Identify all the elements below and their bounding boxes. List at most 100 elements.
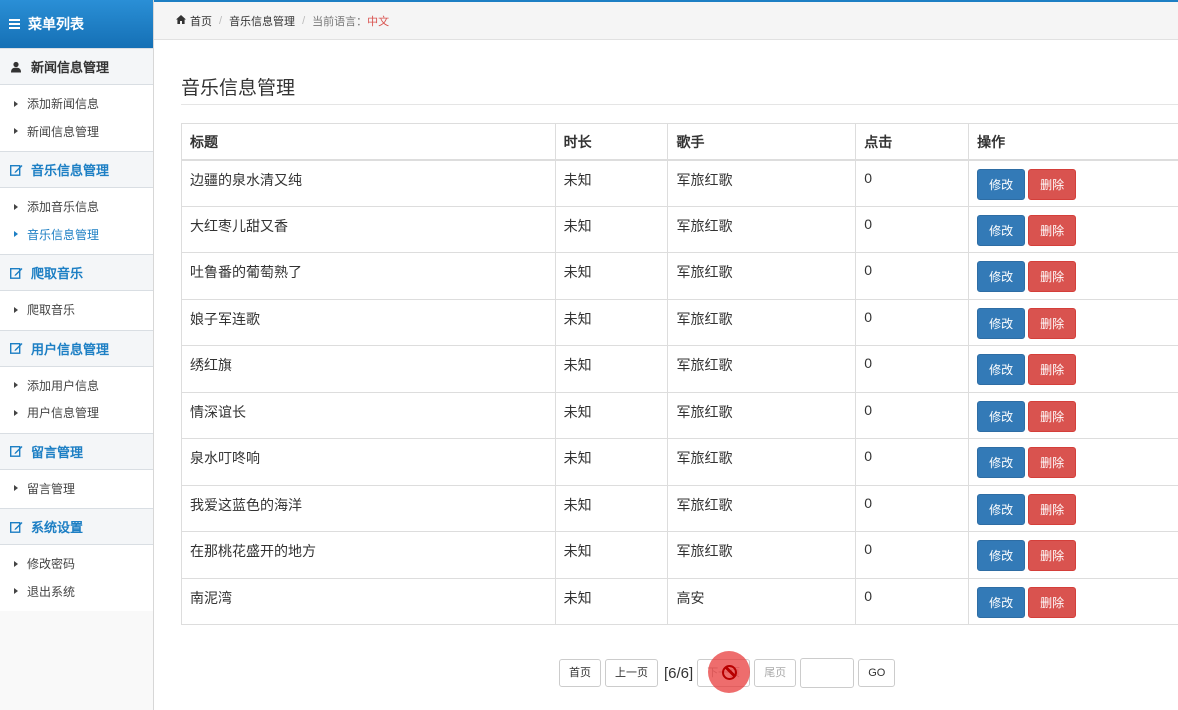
delete-button[interactable]: 删除 xyxy=(1028,307,1077,339)
sidebar-group-crawl[interactable]: 爬取音乐 xyxy=(0,254,153,291)
edit-button[interactable]: 修改 xyxy=(977,493,1026,525)
sidebar-group-settings[interactable]: 系统设置 xyxy=(0,508,153,545)
sidebar-item-news-manage[interactable]: 新闻信息管理 xyxy=(0,118,153,146)
sidebar-item-label: 添加新闻信息 xyxy=(27,97,100,112)
edit-button[interactable]: 修改 xyxy=(977,307,1026,339)
delete-button[interactable]: 删除 xyxy=(1028,493,1077,525)
edit-button[interactable]: 修改 xyxy=(977,400,1026,432)
edit-button[interactable]: 修改 xyxy=(977,354,1026,385)
app-root: 菜单列表 新闻信息管理 添加新闻信息 新闻信息管理 音乐信息管理 添加音乐信息 … xyxy=(0,0,1178,710)
cell-title: 绣红旗 xyxy=(181,345,556,393)
last-page-button[interactable]: 尾页 xyxy=(754,659,797,687)
home-icon xyxy=(176,14,186,27)
cell-operations: 修改 删除 xyxy=(968,345,1178,393)
column-header-operations: 操作 xyxy=(968,123,1178,161)
edit-button[interactable]: 修改 xyxy=(977,214,1026,246)
cell-title: 在那桃花盛开的地方 xyxy=(181,531,556,579)
go-button[interactable]: GO xyxy=(858,659,896,687)
sidebar-item-logout[interactable]: 退出系统 xyxy=(0,578,153,606)
sidebar-item-label: 音乐信息管理 xyxy=(27,227,100,242)
cell-title: 泉水叮咚响 xyxy=(181,438,556,486)
cell-duration: 未知 xyxy=(554,205,669,253)
cell-operations: 修改 删除 xyxy=(968,531,1178,579)
delete-button[interactable]: 删除 xyxy=(1028,586,1077,618)
sidebar-item-label: 添加用户信息 xyxy=(27,378,100,393)
table-row: 在那桃花盛开的地方 未知 军旅红歌 0 修改 删除 xyxy=(181,531,1178,579)
cell-clicks: 0 xyxy=(855,298,970,346)
sidebar-sublist-music: 添加音乐信息 音乐信息管理 xyxy=(0,188,153,254)
sidebar-item-crawl-music[interactable]: 爬取音乐 xyxy=(0,296,153,324)
edit-icon xyxy=(9,342,23,354)
sidebar-item-user-manage[interactable]: 用户信息管理 xyxy=(0,399,153,427)
sidebar-item-message-manage[interactable]: 留言管理 xyxy=(0,475,153,503)
sidebar-sublist-crawl: 爬取音乐 xyxy=(0,291,153,330)
delete-button[interactable]: 删除 xyxy=(1028,354,1077,385)
cell-operations: 修改 删除 xyxy=(968,391,1178,439)
cell-duration: 未知 xyxy=(554,345,669,393)
sidebar-item-add-news[interactable]: 添加新闻信息 xyxy=(0,90,153,118)
edit-button[interactable]: 修改 xyxy=(977,261,1026,292)
delete-button[interactable]: 删除 xyxy=(1028,214,1077,246)
table-row: 大红枣儿甜又香 未知 军旅红歌 0 修改 删除 xyxy=(181,205,1178,253)
sidebar-sublist-messages: 留言管理 xyxy=(0,469,153,508)
sidebar-sublist-news: 添加新闻信息 新闻信息管理 xyxy=(0,85,153,151)
table-row: 南泥湾 未知 高安 0 修改 删除 xyxy=(181,577,1178,625)
edit-button[interactable]: 修改 xyxy=(977,586,1026,618)
delete-button[interactable]: 删除 xyxy=(1028,447,1077,478)
edit-button[interactable]: 修改 xyxy=(977,447,1026,478)
sidebar-group-music[interactable]: 音乐信息管理 xyxy=(0,151,153,188)
breadcrumb-section-link[interactable]: 音乐信息管理 xyxy=(229,13,295,29)
sidebar-item-add-user[interactable]: 添加用户信息 xyxy=(0,372,153,400)
caret-right-icon xyxy=(14,128,18,135)
sidebar-item-music-manage[interactable]: 音乐信息管理 xyxy=(0,221,153,249)
cell-title: 情深谊长 xyxy=(181,391,556,439)
prev-page-button[interactable]: 上一页 xyxy=(605,659,658,687)
sidebar-item-add-music[interactable]: 添加音乐信息 xyxy=(0,193,153,221)
delete-button[interactable]: 删除 xyxy=(1028,400,1077,432)
sidebar-item-change-password[interactable]: 修改密码 xyxy=(0,550,153,578)
cell-singer: 军旅红歌 xyxy=(667,531,857,579)
language-value[interactable]: 中文 xyxy=(367,13,389,29)
edit-icon xyxy=(9,521,23,533)
sidebar-header-label: 菜单列表 xyxy=(28,16,84,32)
table-header-row: 标题 时长 歌手 点击 操作 xyxy=(181,123,1178,161)
caret-right-icon xyxy=(14,231,18,238)
sidebar-group-news[interactable]: 新闻信息管理 xyxy=(0,48,153,85)
sidebar-group-label: 系统设置 xyxy=(31,520,84,535)
edit-icon xyxy=(9,164,23,176)
table-row: 泉水叮咚响 未知 军旅红歌 0 修改 删除 xyxy=(181,438,1178,486)
delete-button[interactable]: 删除 xyxy=(1028,261,1077,292)
sidebar-item-label: 修改密码 xyxy=(27,557,76,572)
table-row: 吐鲁番的葡萄熟了 未知 军旅红歌 0 修改 删除 xyxy=(181,252,1178,300)
sidebar-group-label: 留言管理 xyxy=(31,444,84,460)
cell-singer: 高安 xyxy=(667,577,857,625)
cell-duration: 未知 xyxy=(554,484,669,532)
sidebar-group-messages[interactable]: 留言管理 xyxy=(0,432,153,470)
breadcrumb-home-link[interactable]: 首页 xyxy=(190,13,212,29)
cell-clicks: 0 xyxy=(855,391,970,439)
sidebar-item-label: 新闻信息管理 xyxy=(27,124,100,139)
cell-clicks: 0 xyxy=(855,159,970,207)
delete-button[interactable]: 删除 xyxy=(1028,168,1077,200)
page-number-input[interactable] xyxy=(800,658,855,688)
cell-clicks: 0 xyxy=(855,577,970,625)
breadcrumb-separator: / xyxy=(302,14,306,27)
first-page-button[interactable]: 首页 xyxy=(559,659,601,687)
table-row: 情深谊长 未知 军旅红歌 0 修改 删除 xyxy=(181,391,1178,439)
sidebar-group-users[interactable]: 用户信息管理 xyxy=(0,329,153,367)
sidebar-item-label: 爬取音乐 xyxy=(27,303,76,318)
edit-button[interactable]: 修改 xyxy=(977,540,1026,571)
cell-singer: 军旅红歌 xyxy=(667,159,857,207)
sidebar-sublist-users: 添加用户信息 用户信息管理 xyxy=(0,366,153,433)
edit-icon xyxy=(9,445,23,457)
cell-singer: 军旅红歌 xyxy=(667,484,857,532)
table-row: 我爱这蓝色的海洋 未知 军旅红歌 0 修改 删除 xyxy=(181,484,1178,532)
music-table: 标题 时长 歌手 点击 操作 边疆的泉水清又纯 未知 军旅红歌 0 修改 删除 大红枣儿甜又… xyxy=(181,123,1178,625)
sidebar-item-label: 用户信息管理 xyxy=(27,406,100,421)
cell-duration: 未知 xyxy=(554,159,669,207)
delete-button[interactable]: 删除 xyxy=(1028,540,1077,571)
sidebar-header: 菜单列表 xyxy=(0,0,153,48)
edit-button[interactable]: 修改 xyxy=(977,168,1026,200)
cell-singer: 军旅红歌 xyxy=(667,345,857,393)
cell-singer: 军旅红歌 xyxy=(667,438,857,486)
